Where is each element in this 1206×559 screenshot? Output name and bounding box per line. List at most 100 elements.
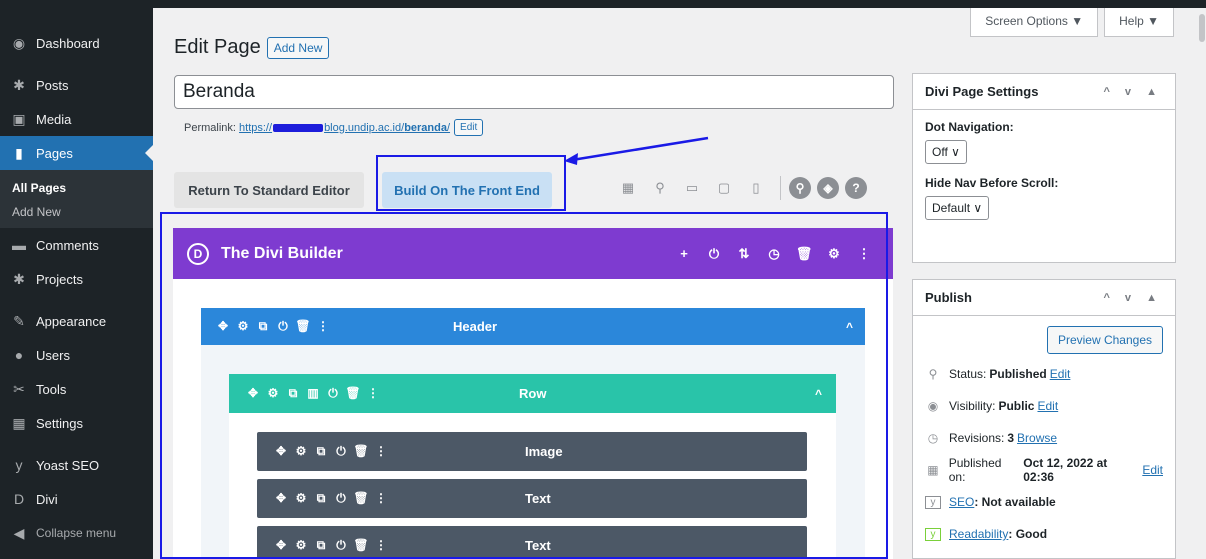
submenu-add-new[interactable]: Add New [0,200,153,224]
yoast-icon: y [925,527,941,541]
admin-sidebar: ◉ Dashboard ✱ Posts ▣ Media ▮ Pages All … [0,8,153,559]
screen-options-button[interactable]: Screen Options ▼ [970,8,1099,37]
pin-icon: ⚲ [928,367,938,381]
page-heading: Edit Page Add New [174,36,330,59]
published-edit-link[interactable]: Edit [1142,463,1163,477]
readability-line: y Readability: Good [925,518,1163,550]
add-new-button[interactable]: Add New [266,36,330,59]
permalink-row: Permalink: https://blog.undip.ac.id/bera… [184,119,484,136]
revisions-line: ◷ Revisions: 3 Browse [925,422,1163,454]
sidebar-item-settings[interactable]: ▦ Settings [0,406,153,440]
preview-changes-button[interactable]: Preview Changes [1046,326,1163,354]
status-line: ⚲ Status: Published Edit [925,358,1163,390]
metabox-controls[interactable]: ^ v ▲ [1103,292,1163,304]
calendar-icon: ▦ [927,463,939,477]
metabox-header[interactable]: Divi Page Settings ^ v ▲ [913,74,1175,110]
return-standard-editor-button[interactable]: Return To Standard Editor [174,172,364,208]
dashboard-icon: ◉ [12,34,26,51]
sidebar-item-appearance[interactable]: ✎ Appearance [0,304,153,338]
metabox-body: Dot Navigation: Off ∨ Hide Nav Before Sc… [913,110,1175,242]
yoast-icon: y [15,457,23,473]
sidebar-item-comments[interactable]: ▬ Comments [0,228,153,262]
sidebar-item-label: Tools [36,381,67,397]
hide-nav-select[interactable]: Default ∨ [925,196,990,220]
scrollbar-thumb[interactable] [1199,14,1205,42]
sidebar-item-label: Pages [36,145,73,161]
metabox-title: Publish [925,290,972,305]
pages-submenu: All Pages Add New [0,170,153,228]
search-icon[interactable]: ⚲ [789,177,811,199]
sidebar-item-label: Yoast SEO [36,457,100,473]
sidebar-item-label: Posts [36,77,69,93]
metabox-body: Preview Changes ⚲ Status: Published Edit … [913,316,1175,559]
users-icon: ● [14,347,24,363]
post-title-input[interactable] [174,75,894,109]
seo-link[interactable]: SEO [949,495,974,509]
metabox-controls[interactable]: ^ v ▲ [1103,86,1163,98]
readability-link[interactable]: Readability [949,527,1008,541]
published-on-line: ▦ Published on: Oct 12, 2022 at 02:36 Edi… [925,454,1163,486]
pin-icon: ✱ [13,270,25,287]
view-mode-toolbar: ▦ ⚲ ▭ ▢ ▯ ⚲ ◈ ? [612,176,873,200]
toolbar-divider [780,176,781,200]
help-button[interactable]: Help ▼ [1104,8,1174,37]
comments-icon: ▬ [12,237,26,253]
sidebar-item-label: Divi [36,491,58,507]
highlight-box [376,155,566,211]
sidebar-item-label: Users [36,347,70,363]
sidebar-item-label: Media [36,111,72,127]
publish-box: Publish ^ v ▲ Preview Changes ⚲ Status: P… [912,279,1176,559]
sidebar-item-projects[interactable]: ✱ Projects [0,262,153,296]
visibility-edit-link[interactable]: Edit [1037,399,1058,413]
sidebar-item-media[interactable]: ▣ Media [0,102,153,136]
visibility-line: ◉ Visibility: Public Edit [925,390,1163,422]
highlight-box [160,212,888,559]
metabox-header[interactable]: Publish ^ v ▲ [913,280,1175,316]
annotation-arrow [564,136,709,165]
brush-icon: ✎ [13,312,25,329]
permalink-edit-button[interactable]: Edit [454,119,484,136]
page-scrollbar[interactable] [1198,8,1206,559]
dot-navigation-label: Dot Navigation: [925,120,1014,134]
pin-icon: ✱ [13,76,25,93]
layers-icon[interactable]: ◈ [817,177,839,199]
desktop-view-icon[interactable]: ▭ [676,176,708,200]
divi-icon: D [13,491,25,507]
hide-nav-label: Hide Nav Before Scroll: [925,176,1059,190]
zoom-icon[interactable]: ⚲ [644,176,676,200]
screen-meta-tabs: Screen Options ▼ Help ▼ [970,8,1174,37]
permalink-label: Permalink: [184,121,236,134]
sidebar-item-dashboard[interactable]: ◉ Dashboard [0,26,153,60]
sidebar-item-tools[interactable]: ✂ Tools [0,372,153,406]
sidebar-item-divi[interactable]: D Divi [0,482,153,516]
collapse-icon: ◀ [13,524,25,541]
phone-view-icon[interactable]: ▯ [740,176,772,200]
sidebar-item-label: Settings [36,415,83,431]
yoast-icon: y [925,495,941,509]
eye-icon: ◉ [927,399,939,413]
redacted-mark [273,123,324,132]
sidebar-item-yoast-seo[interactable]: y Yoast SEO [0,448,153,482]
sidebar-item-label: Appearance [36,313,107,329]
submenu-all-pages[interactable]: All Pages [0,176,153,200]
wireframe-view-icon[interactable]: ▦ [612,176,644,200]
dot-navigation-select[interactable]: Off ∨ [925,140,967,164]
history-icon: ◷ [927,431,939,445]
sidebar-item-label: Projects [36,271,83,287]
collapse-menu-button[interactable]: ◀ Collapse menu [0,516,153,550]
sidebar-item-posts[interactable]: ✱ Posts [0,68,153,102]
tablet-view-icon[interactable]: ▢ [708,176,740,200]
sidebar-item-label: Collapse menu [36,526,117,540]
status-edit-link[interactable]: Edit [1050,367,1071,381]
revisions-browse-link[interactable]: Browse [1017,431,1057,445]
divi-page-settings-box: Divi Page Settings ^ v ▲ Dot Navigation:… [912,73,1176,263]
sidebar-item-users[interactable]: ● Users [0,338,153,372]
metabox-title: Divi Page Settings [925,84,1039,99]
sidebar-item-label: Comments [36,237,99,253]
sidebar-item-pages[interactable]: ▮ Pages [0,136,153,170]
sidebar-item-label: Dashboard [36,35,100,51]
settings-icon: ▦ [12,414,26,431]
help-icon[interactable]: ? [845,177,867,199]
permalink-link[interactable]: https://blog.undip.ac.id/beranda/ [239,122,450,134]
top-bar [0,0,1206,8]
